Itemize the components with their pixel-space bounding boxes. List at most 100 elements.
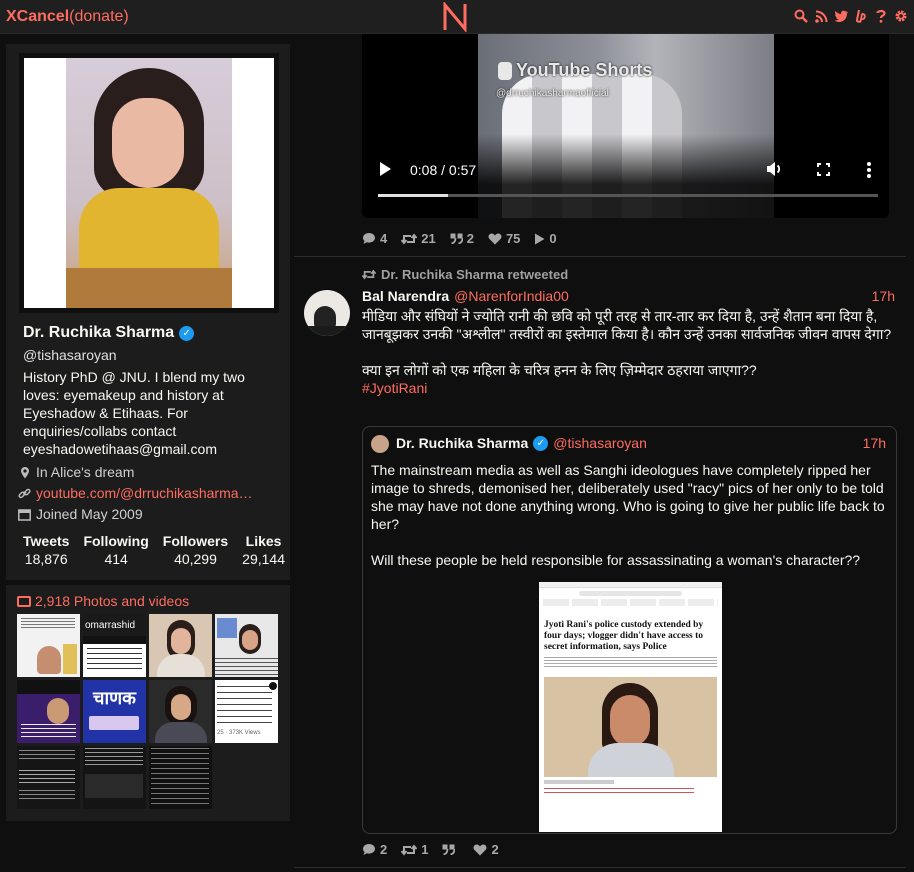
profile-name[interactable]: Dr. Ruchika Sharma ✓: [23, 324, 195, 342]
heart-icon: [474, 844, 487, 855]
quote-date[interactable]: 17h: [863, 435, 886, 451]
youtube-shorts-icon: [498, 61, 512, 80]
photo-thumb[interactable]: [17, 614, 80, 677]
retweeted-by-text[interactable]: Dr. Ruchika Sharma retweeted: [381, 267, 568, 282]
profile-card: Dr. Ruchika Sharma ✓ @tishasaroyan Histo…: [6, 44, 290, 580]
profile-name-text[interactable]: Dr. Ruchika Sharma: [23, 324, 174, 342]
author-name[interactable]: Bal Narendra: [362, 288, 449, 304]
nitter-logo-icon[interactable]: N: [441, 2, 469, 32]
stat-label: Followers: [162, 533, 229, 549]
svg-text:N: N: [441, 2, 442, 3]
video-player[interactable]: YouTube Shorts @drruchikasharmaofficial …: [362, 34, 889, 218]
video-progress-fill: [378, 194, 448, 197]
profile-website-link[interactable]: youtube.com/@drruchikasharma…: [36, 485, 253, 501]
retweet-stat[interactable]: 21: [401, 231, 436, 246]
photo-thumb[interactable]: [215, 614, 278, 677]
retweet-stat[interactable]: 1: [401, 842, 428, 857]
liberapay-icon[interactable]: [854, 8, 868, 24]
like-stat[interactable]: 2: [473, 842, 499, 857]
tweet-date[interactable]: 17h: [872, 288, 895, 304]
video-progress-track[interactable]: [378, 194, 878, 197]
twitter-icon[interactable]: [834, 8, 848, 24]
quoted-tweet[interactable]: Dr. Ruchika Sharma ✓ @tishasaroyan 17h T…: [362, 426, 897, 834]
photo-thumb[interactable]: 25 · 373K Views: [215, 680, 278, 743]
quote-author-handle[interactable]: @tishasaroyan: [553, 435, 647, 451]
brand-name[interactable]: XCancel: [6, 8, 69, 25]
stat-following[interactable]: Following 414: [83, 533, 148, 567]
reply-icon: [363, 844, 375, 855]
retweet-stats: 2 1 2: [362, 842, 499, 857]
profile-location-text: In Alice's dream: [36, 464, 135, 480]
location-pin-icon: [18, 466, 31, 479]
gear-icon[interactable]: [894, 8, 908, 24]
quote-author-name[interactable]: Dr. Ruchika Sharma: [396, 435, 528, 451]
quote-content: The mainstream media as well as Sanghi i…: [371, 461, 886, 587]
play-icon[interactable]: [380, 162, 391, 176]
more-options-icon[interactable]: [867, 162, 871, 178]
calendar-icon: [18, 508, 31, 521]
reply-icon: [363, 233, 375, 244]
photo-thumb[interactable]: चाणक: [83, 680, 146, 743]
tweet-paragraph: क्या इन लोगों को एक महिला के चरित्र हनन …: [362, 362, 757, 378]
photo-thumb[interactable]: omarrashid: [83, 614, 146, 677]
photo-thumb[interactable]: [149, 680, 212, 743]
author-avatar[interactable]: [304, 290, 350, 336]
article-photo: [544, 677, 717, 777]
video-time: 0:08 / 0:57: [410, 162, 477, 178]
quote-header: Dr. Ruchika Sharma ✓ @tishasaroyan: [396, 435, 647, 451]
stat-likes[interactable]: Likes 29,144: [242, 533, 285, 567]
retweet-header: Dr. Ruchika Sharma retweeted: [362, 267, 568, 282]
stat-label: Following: [83, 533, 149, 549]
tweet-header: Bal Narendra @NarenforIndia00: [362, 288, 569, 304]
help-icon[interactable]: [874, 8, 888, 24]
quote-paragraph: The mainstream media as well as Sanghi i…: [371, 462, 885, 532]
image-icon: [17, 595, 31, 607]
reply-stat[interactable]: 4: [362, 231, 387, 246]
quote-stat[interactable]: 2: [450, 231, 474, 246]
stat-value: 414: [104, 551, 128, 567]
photo-thumb[interactable]: [149, 746, 212, 809]
profile-avatar[interactable]: [24, 58, 274, 308]
search-icon[interactable]: [794, 8, 808, 24]
retweet-icon: [401, 232, 418, 245]
retweet-icon: [362, 269, 376, 280]
like-stat[interactable]: 75: [488, 231, 520, 246]
photo-thumb[interactable]: [17, 746, 80, 809]
hashtag-link[interactable]: #JyotiRani: [362, 379, 892, 397]
profile-location: In Alice's dream: [18, 464, 134, 480]
profile-handle[interactable]: @tishasaroyan: [23, 347, 117, 363]
profile-avatar-frame[interactable]: [19, 53, 279, 313]
article-headline: Jyoti Rani's police custody extended by …: [544, 620, 704, 652]
stat-followers[interactable]: Followers 40,299: [163, 533, 228, 567]
quote-icon: [442, 844, 456, 855]
author-handle[interactable]: @NarenforIndia00: [454, 288, 569, 304]
stat-value: 29,144: [242, 551, 285, 567]
profile-joined: Joined May 2009: [18, 506, 143, 522]
profile-joined-text: Joined May 2009: [36, 506, 143, 522]
volume-icon[interactable]: [766, 161, 784, 177]
heart-icon: [488, 233, 502, 244]
photo-thumb[interactable]: [149, 614, 212, 677]
fullscreen-icon[interactable]: [816, 162, 831, 177]
profile-website[interactable]: youtube.com/@drruchikasharma…: [18, 485, 253, 501]
video-overlay-handle: @drruchikasharmaofficial: [496, 88, 609, 99]
quote-stat[interactable]: [442, 842, 459, 857]
reply-stat[interactable]: 2: [362, 842, 387, 857]
timeline: YouTube Shorts @drruchikasharmaofficial …: [294, 34, 906, 872]
donate-link[interactable]: (donate): [69, 8, 129, 25]
stat-value: 40,299: [174, 551, 217, 567]
photo-thumb[interactable]: [83, 746, 146, 809]
verified-badge-icon: ✓: [179, 325, 195, 341]
rss-icon[interactable]: [814, 8, 828, 24]
quote-author-avatar[interactable]: [371, 435, 389, 453]
photo-thumb[interactable]: [17, 680, 80, 743]
quote-icon: [450, 233, 463, 244]
brand-link[interactable]: XCancel(donate): [6, 8, 129, 26]
tweet-content: मीडिया और संघियों ने ज्योति रानी की छवि …: [362, 307, 892, 397]
stat-tweets[interactable]: Tweets 18,876: [23, 533, 69, 567]
photos-card: 2,918 Photos and videos omarrashid चाणक …: [6, 585, 290, 821]
photos-link[interactable]: 2,918 Photos and videos: [17, 593, 189, 609]
photos-title-text[interactable]: 2,918 Photos and videos: [35, 593, 189, 609]
views-stat[interactable]: 0: [534, 231, 557, 246]
quote-image[interactable]: Jyoti Rani's police custody extended by …: [539, 582, 722, 832]
